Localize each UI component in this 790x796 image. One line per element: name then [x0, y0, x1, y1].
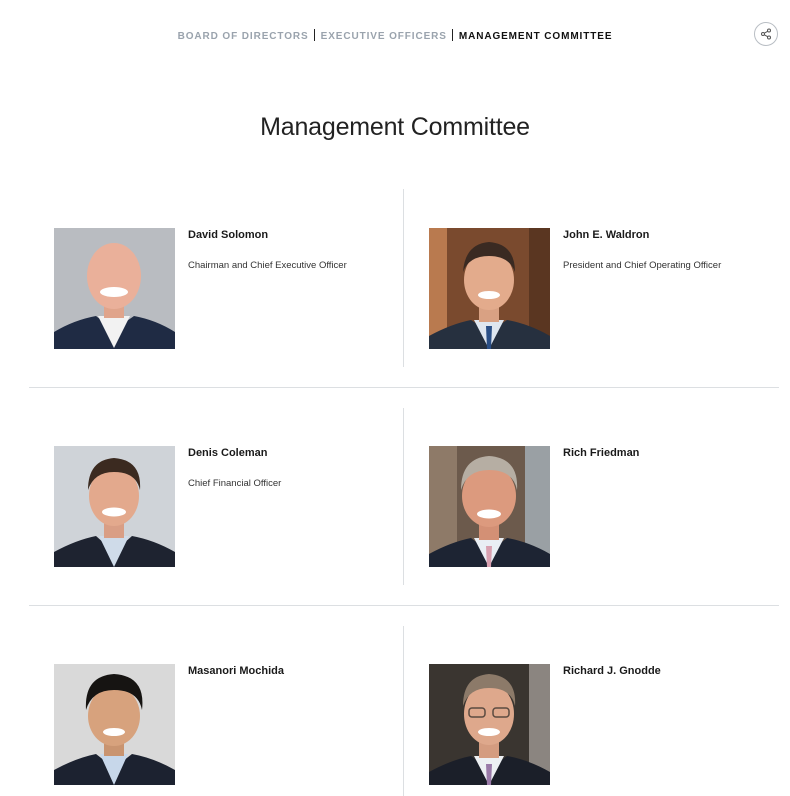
- member-photo[interactable]: [429, 228, 550, 349]
- member-title: President and Chief Operating Officer: [563, 260, 722, 271]
- member-photo[interactable]: [54, 664, 175, 785]
- member-photo[interactable]: [429, 664, 550, 785]
- member-name[interactable]: Masanori Mochida: [188, 665, 284, 677]
- column-divider: [403, 626, 404, 796]
- member-card[interactable]: Denis Coleman Chief Financial Officer: [54, 446, 394, 567]
- member-name[interactable]: David Solomon: [188, 229, 268, 241]
- column-divider: [403, 408, 404, 585]
- tab-board-of-directors[interactable]: BOARD OF DIRECTORS: [178, 31, 309, 42]
- member-photo[interactable]: [429, 446, 550, 567]
- row-divider: [29, 605, 779, 606]
- tab-executive-officers[interactable]: EXECUTIVE OFFICERS: [321, 31, 447, 42]
- member-card[interactable]: Masanori Mochida: [54, 664, 394, 785]
- tab-divider: [313, 29, 315, 41]
- member-card[interactable]: Rich Friedman: [429, 446, 769, 567]
- member-card[interactable]: David Solomon Chairman and Chief Executi…: [54, 228, 394, 349]
- share-button[interactable]: [754, 22, 778, 46]
- section-tabs: BOARD OF DIRECTORS EXECUTIVE OFFICERS MANA…: [0, 29, 790, 42]
- page-title: Management Committee: [260, 113, 530, 141]
- row-divider: [29, 387, 779, 388]
- member-name[interactable]: John E. Waldron: [563, 229, 649, 241]
- member-name[interactable]: Rich Friedman: [563, 447, 639, 459]
- member-photo[interactable]: [54, 446, 175, 567]
- member-name[interactable]: Richard J. Gnodde: [563, 665, 661, 677]
- member-title: Chief Financial Officer: [188, 478, 282, 489]
- member-photo[interactable]: [54, 228, 175, 349]
- member-name[interactable]: Denis Coleman: [188, 447, 267, 459]
- column-divider: [403, 189, 404, 367]
- tab-management-committee[interactable]: MANAGEMENT COMMITTEE: [459, 31, 613, 42]
- share-icon: [761, 28, 771, 40]
- member-card[interactable]: Richard J. Gnodde: [429, 664, 769, 785]
- tab-divider: [451, 29, 453, 41]
- member-card[interactable]: John E. Waldron President and Chief Oper…: [429, 228, 769, 349]
- member-title: Chairman and Chief Executive Officer: [188, 260, 347, 271]
